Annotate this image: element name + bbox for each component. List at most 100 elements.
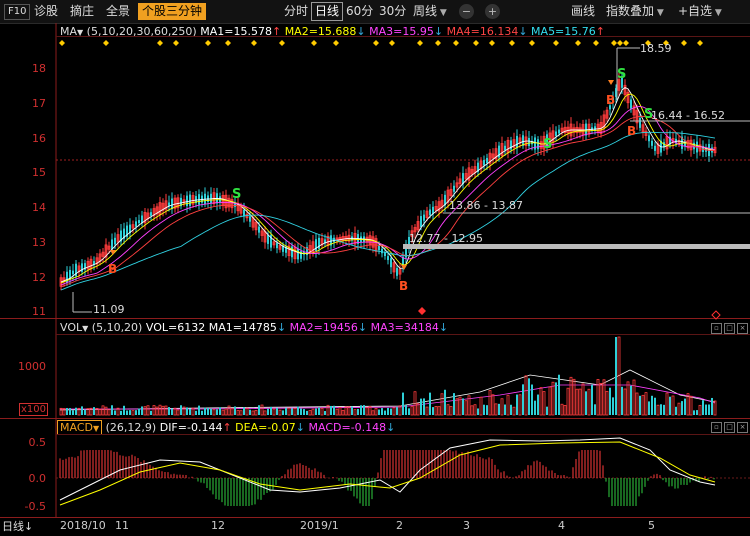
volume-bar: [198, 405, 200, 415]
volume-bar: [510, 404, 512, 415]
volume-bar: [66, 408, 68, 415]
volume-bar: [338, 407, 342, 416]
volume-bar: [615, 337, 617, 415]
volume-bar: [405, 405, 407, 415]
sell-signal: S: [644, 107, 654, 122]
volume-bar: [479, 396, 483, 416]
volume-bar: [546, 406, 548, 415]
volume-bar: [311, 408, 315, 416]
volume-bar: [656, 404, 660, 416]
candle-body: [648, 135, 650, 142]
volume-bar: [254, 410, 258, 416]
candle-body: [378, 245, 380, 251]
volume-bar: [195, 410, 197, 415]
volume-bar: [551, 381, 555, 416]
buy-signal: B: [606, 93, 616, 107]
volume-bar: [416, 403, 420, 416]
yellow-diamond-icon: [529, 40, 535, 46]
volume-bar: [330, 405, 332, 415]
volume-bar: [93, 407, 95, 415]
volume-bar: [498, 403, 500, 415]
volume-bar: [390, 408, 392, 415]
volume-bar: [555, 382, 557, 415]
volume-bar: [171, 408, 173, 415]
volume-bar: [158, 404, 162, 416]
volume-bar: [363, 405, 365, 415]
volume-bar: [542, 391, 546, 416]
volume-bar: [335, 408, 339, 416]
volume-bar: [120, 410, 122, 415]
volume-bar: [617, 336, 621, 416]
x-axis-label: 2018/10: [60, 519, 106, 532]
x-axis-label: 2: [396, 519, 403, 532]
candle-body: [390, 258, 392, 268]
candle-body: [276, 242, 278, 249]
candle-body: [396, 268, 398, 276]
volume-bar: [114, 410, 116, 415]
volume-bar: [669, 396, 671, 415]
period-footer-select[interactable]: 日线↓: [2, 518, 33, 534]
volume-bar: [671, 395, 675, 416]
volume-bar: [150, 410, 152, 415]
volume-bar: [101, 405, 105, 416]
yellow-diamond-icon: [617, 40, 623, 46]
volume-bar: [623, 388, 627, 416]
volume-bar: [300, 408, 302, 415]
volume-bar: [563, 404, 567, 416]
volume-bar: [599, 382, 603, 416]
yellow-diamond-icon: [251, 40, 257, 46]
volume-bar: [591, 384, 593, 415]
candle-body: [135, 221, 137, 227]
volume-bar: [267, 408, 269, 415]
volume-bar: [696, 410, 698, 415]
candle-body: [243, 209, 245, 217]
volume-bar: [287, 407, 291, 416]
volume-bar: [129, 410, 131, 415]
volume-bar: [81, 406, 83, 415]
volume-bar: [396, 407, 398, 415]
volume-bar: [420, 398, 422, 415]
volume-bar: [632, 379, 636, 416]
volume-bar: [143, 406, 147, 416]
volume-bar: [569, 376, 573, 416]
volume-bar: [437, 406, 441, 416]
candle-body: [249, 216, 251, 222]
volume-bar: [368, 406, 372, 416]
volume-bar: [408, 408, 410, 415]
volume-bar: [483, 404, 485, 415]
volume-bar: [665, 392, 669, 416]
yellow-diamond-icon: [157, 40, 163, 46]
volume-bar: [278, 409, 282, 416]
yellow-diamond-icon: [103, 40, 109, 46]
volume-bar: [168, 407, 170, 415]
candle-body: [111, 239, 113, 250]
volume-bar: [245, 407, 249, 416]
volume-bar: [675, 406, 677, 415]
volume-bar: [558, 374, 560, 415]
volume-bar: [651, 395, 653, 415]
volume-bar: [425, 406, 429, 416]
level-label: 13.86 - 13.87: [449, 199, 523, 212]
candle-body: [297, 248, 299, 260]
volume-bar: [663, 404, 665, 415]
volume-bar: [62, 408, 66, 416]
volume-bar: [566, 387, 570, 416]
volume-bar: [504, 404, 506, 415]
candle-body: [387, 256, 389, 261]
volume-bar: [84, 409, 86, 415]
volume-bar: [531, 384, 533, 415]
volume-bar: [534, 400, 536, 415]
yellow-diamond-icon: [553, 40, 559, 46]
volume-bar: [138, 408, 140, 415]
candle-body: [171, 198, 173, 210]
yellow-diamond-icon: [311, 40, 317, 46]
volume-bar: [189, 408, 191, 415]
volume-bar: [263, 410, 267, 416]
volume-bar: [609, 387, 611, 415]
volume-bar: [581, 383, 585, 416]
x-axis-label: 3: [463, 519, 470, 532]
volume-bar: [111, 405, 113, 415]
volume-bar: [575, 388, 579, 416]
yellow-diamond-icon: [575, 40, 581, 46]
buy-signal: B: [108, 262, 118, 276]
